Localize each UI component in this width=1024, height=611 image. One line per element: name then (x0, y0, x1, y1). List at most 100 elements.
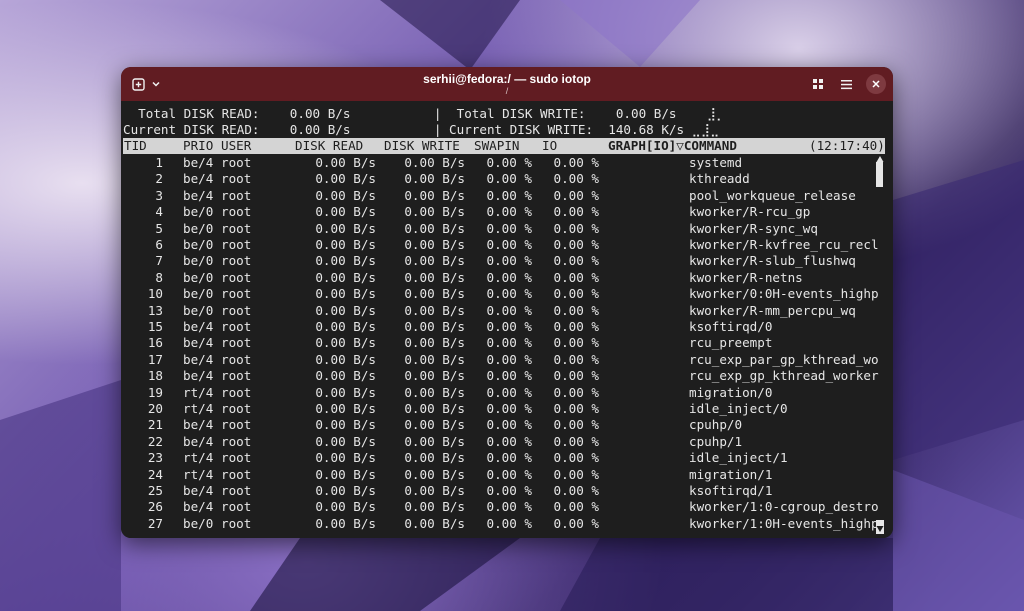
row-io: 0.00 % (553, 499, 600, 515)
row-prio: be/4 (183, 187, 214, 203)
row-io: 0.00 % (553, 319, 600, 334)
col-user[interactable]: USER (221, 138, 251, 154)
grid-icon (813, 79, 823, 89)
main-menu-button[interactable] (837, 73, 855, 95)
row-command: pool_workqueue_release (689, 187, 856, 203)
row-command: idle_inject/1 (689, 450, 788, 466)
clock: (12:17:40) (809, 138, 885, 153)
row-prio: be/4 (183, 417, 214, 433)
row-command: ksoftirqd/0 (689, 319, 773, 334)
row-tid: 6 (155, 237, 163, 252)
row-io: 0.00 % (553, 302, 600, 318)
row-user: root (221, 499, 252, 515)
row-prio: be/0 (183, 515, 214, 531)
row-tid: 23 (147, 450, 163, 466)
row-tid: 20 (147, 401, 163, 416)
row-command: idle_inject/0 (689, 401, 788, 416)
col-prio[interactable]: PRIO (183, 138, 213, 154)
row-prio: rt/4 (183, 450, 214, 466)
row-tid: 26 (147, 499, 163, 515)
row-io: 0.00 % (553, 171, 600, 187)
col-swapin[interactable]: SWAPIN (474, 138, 520, 154)
row-user: root (221, 187, 252, 203)
row-tid: 21 (147, 417, 163, 433)
terminal-area[interactable]: Total DISK READ: 0.00 B/s | Total DISK W… (121, 101, 893, 538)
row-user: root (221, 483, 252, 498)
row-command: kworker/R-sync_wq (689, 220, 818, 236)
row-user: root (221, 253, 252, 269)
window-title: serhii@fedora:/ — sudo iotop (423, 72, 591, 86)
row-tid: 22 (147, 433, 163, 449)
row-io: 0.00 % (553, 204, 600, 220)
row-prio: be/4 (183, 499, 214, 515)
total-disk-summary: Total DISK READ: 0.00 B/s | Total DISK W… (123, 106, 726, 121)
close-icon (872, 80, 880, 88)
col-graph-command[interactable]: GRAPH[IO]▽COMMAND (608, 138, 737, 154)
row-command: kworker/R-kvfree_rcu_recl (689, 237, 879, 252)
row-tid: 5 (155, 220, 163, 236)
row-io: 0.00 % (553, 384, 600, 400)
row-command: rcu_exp_gp_kthread_worker (689, 368, 879, 384)
row-prio: be/4 (183, 335, 214, 351)
row-io: 0.00 % (553, 417, 600, 433)
col-io[interactable]: IO (542, 138, 557, 154)
row-command: systemd (689, 155, 743, 170)
tab-overview-button[interactable] (809, 73, 827, 95)
row-command: migration/1 (689, 466, 773, 482)
row-prio: be/0 (183, 286, 214, 302)
row-prio: be/4 (183, 483, 214, 498)
hamburger-menu-icon (840, 79, 852, 89)
row-user: root (221, 302, 252, 318)
row-tid: 24 (147, 466, 163, 482)
row-prio: be/0 (183, 302, 214, 318)
row-io: 0.00 % (553, 515, 600, 531)
row-user: root (221, 515, 252, 531)
row-io: 0.00 % (553, 187, 600, 203)
row-user: root (221, 450, 252, 466)
row-command: kworker/R-rcu_gp (689, 204, 811, 220)
row-prio: be/4 (183, 433, 214, 449)
close-button[interactable] (866, 74, 886, 94)
row-command: kworker/1:0H-events_highp (689, 515, 879, 531)
row-user: root (221, 220, 252, 236)
row-user: root (221, 351, 252, 367)
row-io: 0.00 % (553, 466, 600, 482)
row-command: kworker/R-mm_percpu_wq (689, 302, 856, 318)
row-io: 0.00 % (553, 483, 600, 498)
col-tid[interactable]: TID (124, 138, 147, 154)
row-user: root (221, 269, 252, 285)
row-prio: rt/4 (183, 384, 214, 400)
row-user: root (221, 319, 252, 334)
row-io: 0.00 % (553, 269, 600, 285)
row-tid: 10 (147, 286, 163, 302)
row-tid: 15 (147, 319, 163, 334)
window-subtitle: / (505, 86, 509, 96)
row-io: 0.00 % (553, 220, 600, 236)
row-tid: 18 (147, 368, 163, 384)
row-prio: be/4 (183, 155, 214, 170)
col-disk-write[interactable]: DISK WRITE (384, 138, 460, 154)
row-command: cpuhp/1 (689, 433, 743, 449)
row-tid: 27 (147, 515, 163, 531)
row-tid: 2 (155, 171, 163, 187)
title-bar[interactable]: serhii@fedora:/ — sudo iotop / (121, 67, 893, 101)
col-disk-read[interactable]: DISK READ (295, 138, 363, 154)
row-command: rcu_preempt (689, 335, 773, 351)
row-io: 0.00 % (553, 433, 600, 449)
row-user: root (221, 286, 252, 302)
row-command: kworker/R-slub_flushwq (689, 253, 856, 269)
row-io: 0.00 % (553, 450, 600, 466)
row-io: 0.00 % (553, 237, 600, 252)
row-command: kthreadd (689, 171, 750, 187)
row-user: root (221, 237, 252, 252)
row-user: root (221, 155, 252, 170)
row-io: 0.00 % (553, 351, 600, 367)
row-prio: be/4 (183, 351, 214, 367)
row-user: root (221, 417, 252, 433)
row-prio: be/0 (183, 204, 214, 220)
row-tid: 8 (155, 269, 163, 285)
current-disk-summary: Current DISK READ: 0.00 B/s | Current DI… (123, 122, 720, 137)
scroll-thumb[interactable] (876, 162, 883, 187)
scrollbar[interactable] (876, 155, 884, 535)
row-user: root (221, 335, 252, 351)
